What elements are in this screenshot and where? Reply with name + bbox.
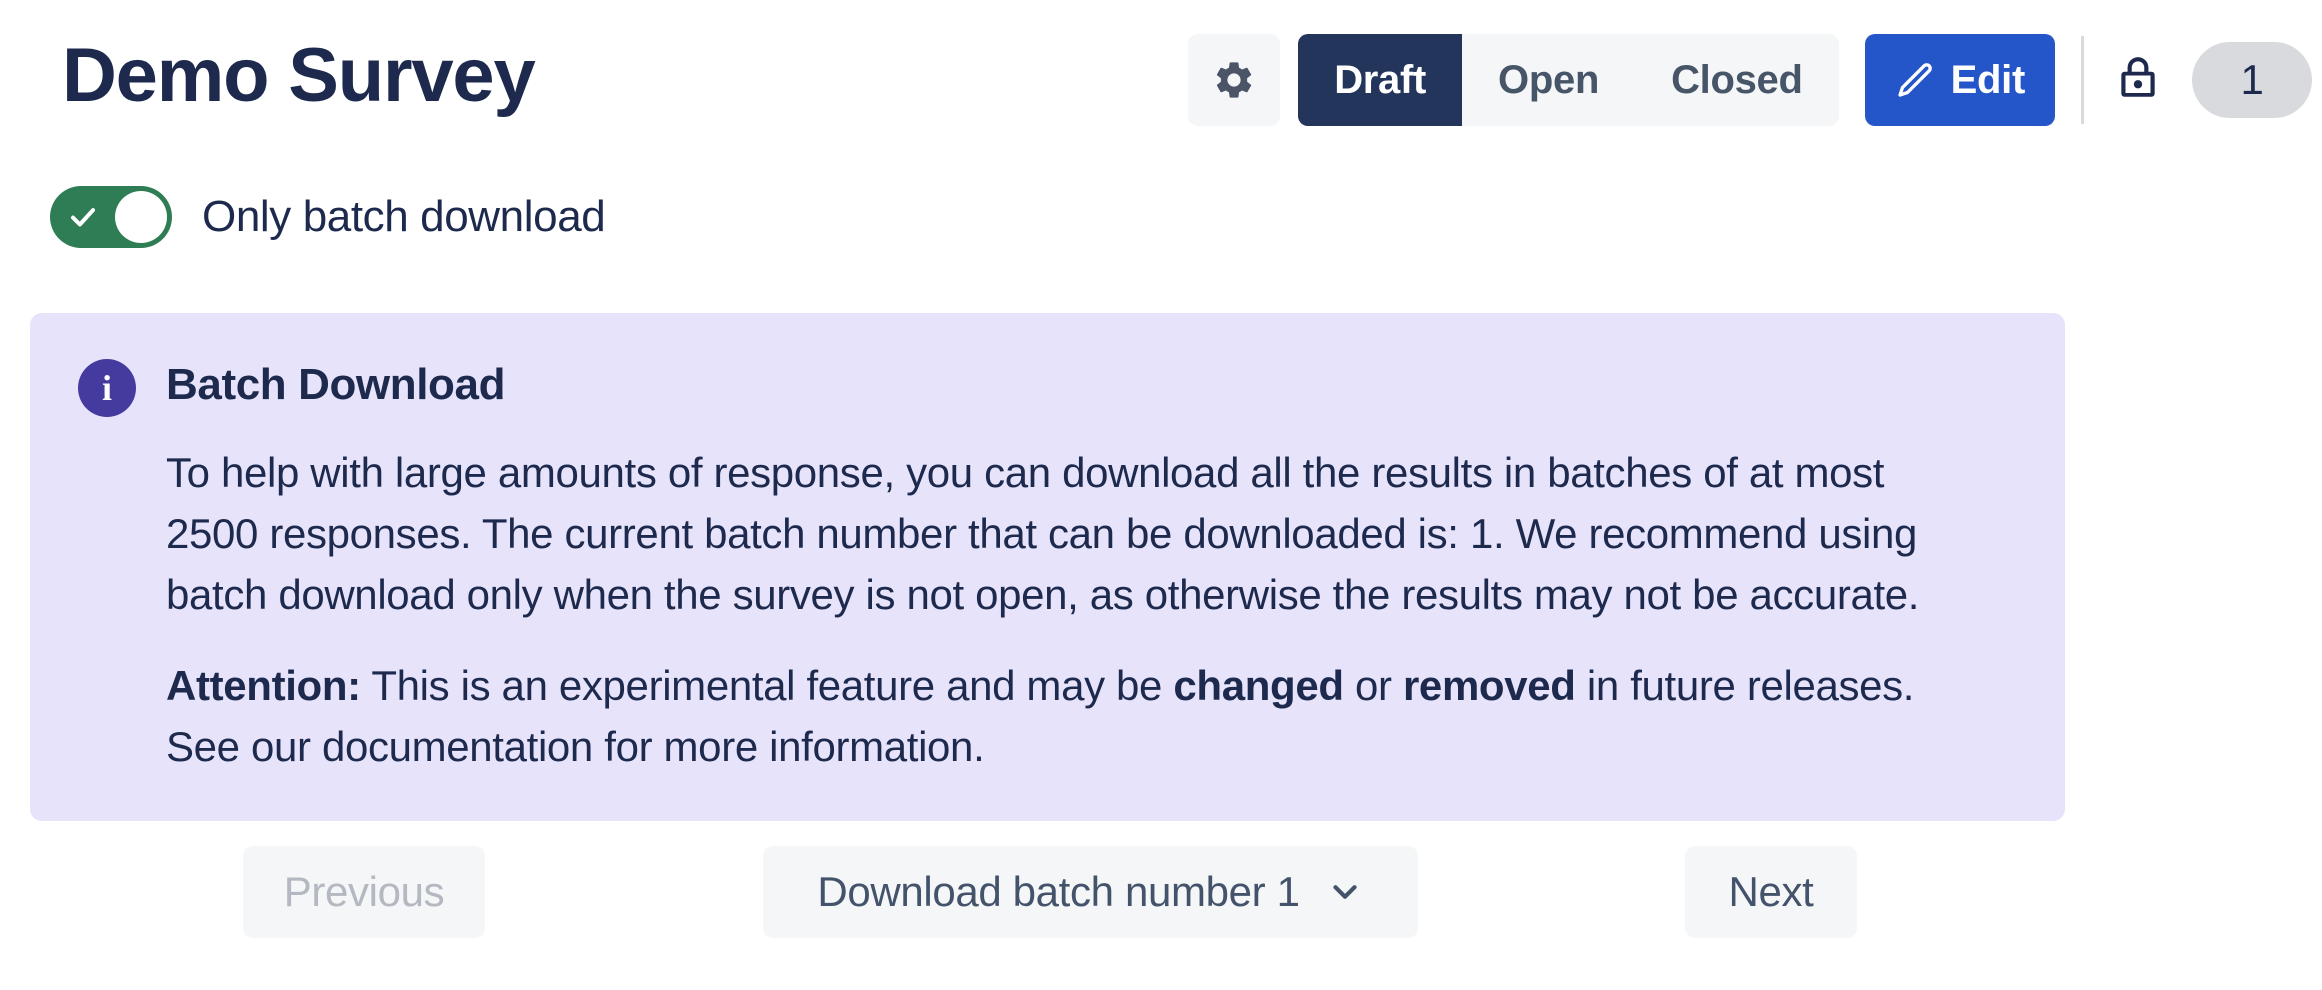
edit-button[interactable]: Edit (1865, 34, 2055, 126)
pencil-icon (1895, 60, 1935, 100)
tab-open[interactable]: Open (1462, 34, 1635, 126)
settings-button[interactable] (1188, 34, 1280, 126)
batch-download-banner: i Batch Download To help with large amou… (30, 313, 2065, 821)
header-controls: Draft Open Closed Edit (1188, 34, 2312, 126)
toggle-knob (115, 191, 167, 243)
attention-text-2: or (1344, 662, 1403, 709)
gear-icon (1212, 58, 1256, 102)
page-title: Demo Survey (62, 38, 535, 114)
app-root: Demo Survey Draft Open Closed (0, 0, 2322, 990)
page-header: Demo Survey Draft Open Closed (0, 0, 2322, 160)
survey-status-tabs[interactable]: Draft Open Closed (1298, 34, 1838, 126)
banner-header: i Batch Download (78, 357, 2017, 417)
lock-icon (2113, 50, 2163, 111)
header-divider (2081, 36, 2084, 124)
tab-closed[interactable]: Closed (1635, 34, 1839, 126)
status-badge: 1 (2192, 42, 2312, 118)
check-icon (66, 202, 100, 235)
only-batch-download-label: Only batch download (202, 192, 605, 242)
banner-title: Batch Download (166, 357, 505, 412)
download-batch-button[interactable]: Download batch number 1 (763, 846, 1418, 938)
batch-download-toggle-row: Only batch download (50, 186, 605, 248)
batch-pagination-controls: Previous Download batch number 1 Next (0, 846, 2322, 966)
attention-bold-removed: removed (1403, 662, 1576, 709)
tab-draft[interactable]: Draft (1298, 34, 1462, 126)
edit-button-label: Edit (1951, 58, 2025, 103)
info-circle-icon: i (78, 359, 136, 417)
lock-button[interactable] (2110, 34, 2166, 126)
attention-text-1: This is an experimental feature and may … (361, 662, 1174, 709)
banner-paragraph-description: To help with large amounts of response, … (166, 443, 1966, 626)
previous-button[interactable]: Previous (243, 846, 485, 938)
attention-bold-changed: changed (1173, 662, 1343, 709)
next-button[interactable]: Next (1685, 846, 1857, 938)
chevron-down-icon (1326, 873, 1364, 911)
download-batch-label: Download batch number 1 (817, 868, 1299, 916)
only-batch-download-toggle[interactable] (50, 186, 172, 248)
attention-label: Attention: (166, 662, 361, 709)
banner-paragraph-attention: Attention: This is an experimental featu… (166, 656, 1966, 778)
banner-body: To help with large amounts of response, … (166, 443, 2017, 777)
